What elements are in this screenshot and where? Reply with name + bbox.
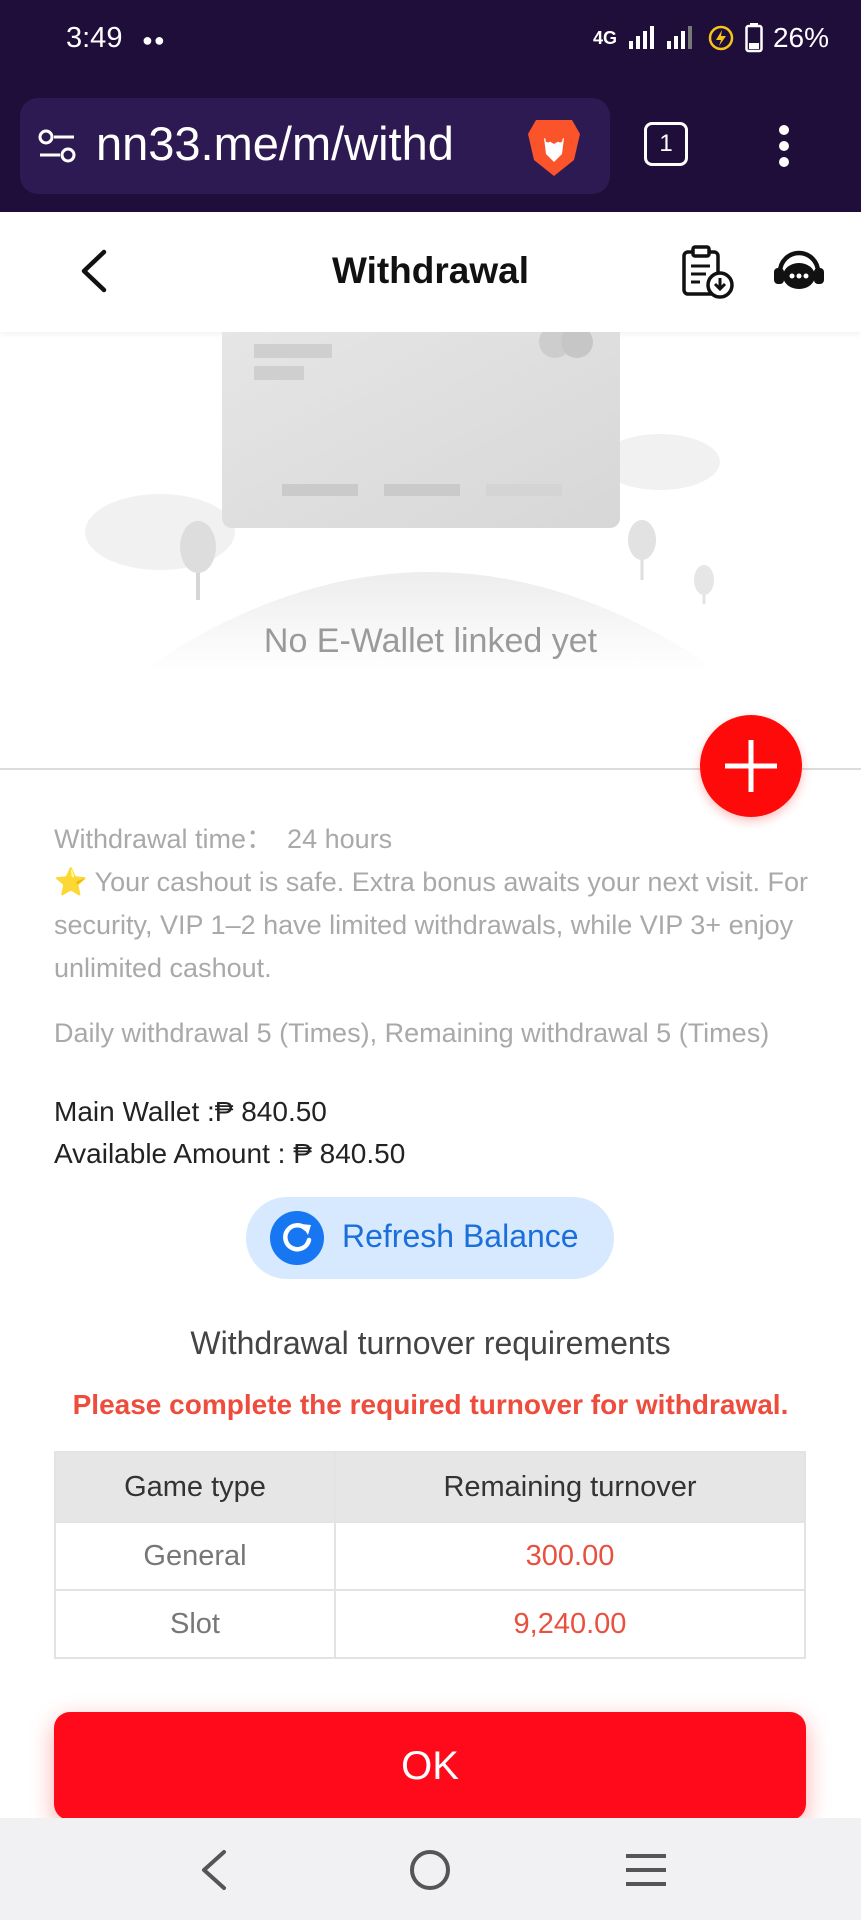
ok-button[interactable]: OK bbox=[54, 1712, 806, 1820]
turnover-table: Game type Remaining turnover General 300… bbox=[54, 1451, 806, 1659]
column-header-remaining-turnover: Remaining turnover bbox=[334, 1451, 806, 1523]
security-notice: ⭐ Your cashout is safe. Extra bonus awai… bbox=[54, 867, 808, 983]
game-type-cell: Slot bbox=[54, 1589, 336, 1659]
table-row: General 300.00 bbox=[54, 1521, 806, 1591]
withdrawal-time-label: Withdrawal time： bbox=[54, 824, 274, 854]
records-download-icon[interactable] bbox=[680, 244, 736, 300]
nav-home-icon[interactable] bbox=[408, 1848, 452, 1892]
empty-wallet-message: No E-Wallet linked yet bbox=[263, 622, 598, 660]
remaining-turnover-cell: 300.00 bbox=[334, 1521, 806, 1591]
charging-icon bbox=[708, 25, 734, 51]
status-bar: 3:49 ●● 4G 26% bbox=[0, 0, 861, 80]
turnover-warning: Please complete the required turnover fo… bbox=[72, 1389, 789, 1420]
nav-recents-icon[interactable] bbox=[624, 1852, 668, 1888]
remaining-turnover-cell: 9,240.00 bbox=[334, 1589, 806, 1659]
game-type-cell: General bbox=[54, 1521, 336, 1591]
table-header-row: Game type Remaining turnover bbox=[54, 1451, 806, 1523]
refresh-balance-label: Refresh Balance bbox=[342, 1218, 579, 1254]
customer-support-icon[interactable] bbox=[772, 248, 826, 296]
withdrawal-time: Withdrawal time： 24 hours bbox=[54, 818, 814, 861]
refresh-balance-button[interactable]: Refresh Balance bbox=[246, 1197, 614, 1279]
network-type: 4G bbox=[592, 27, 617, 48]
url-text[interactable]: nn33.me/m/withd bbox=[96, 116, 516, 171]
tabs-icon[interactable]: 1 bbox=[644, 122, 688, 166]
app-header: Withdrawal bbox=[0, 212, 861, 332]
system-nav-bar bbox=[0, 1818, 861, 1920]
nav-back-icon[interactable] bbox=[196, 1848, 232, 1892]
column-header-game-type: Game type bbox=[54, 1451, 336, 1523]
status-indicators: 4G 26% bbox=[593, 22, 829, 54]
browser-toolbar: nn33.me/m/withd 1 bbox=[0, 80, 861, 212]
main-wallet-balance: Main Wallet :₱ 840.50 bbox=[54, 1096, 327, 1127]
withdrawal-time-value: 24 hours bbox=[287, 824, 393, 854]
address-bar[interactable]: nn33.me/m/withd bbox=[20, 98, 610, 194]
notification-icon: ●● bbox=[142, 30, 166, 50]
brave-lion-icon[interactable] bbox=[526, 116, 582, 178]
available-amount: Available Amount : ₱ 840.50 bbox=[54, 1138, 406, 1169]
empty-wallet-illustration: No E-Wallet linked yet bbox=[0, 322, 861, 692]
refresh-icon bbox=[270, 1211, 324, 1265]
more-vert-icon[interactable] bbox=[772, 124, 796, 168]
settings-sliders-icon[interactable] bbox=[38, 128, 78, 164]
table-row: Slot 9,240.00 bbox=[54, 1589, 806, 1659]
turnover-title: Withdrawal turnover requirements bbox=[190, 1325, 671, 1361]
daily-withdrawal-info: Daily withdrawal 5 (Times), Remaining wi… bbox=[54, 1018, 770, 1048]
signal-icon bbox=[628, 26, 692, 49]
add-wallet-button[interactable] bbox=[700, 715, 802, 817]
status-time: 3:49 bbox=[66, 22, 123, 54]
battery-icon bbox=[745, 23, 763, 53]
battery-percent: 26% bbox=[772, 22, 829, 53]
withdrawal-info: Withdrawal time： 24 hours ⭐ Your cashout … bbox=[54, 818, 814, 990]
